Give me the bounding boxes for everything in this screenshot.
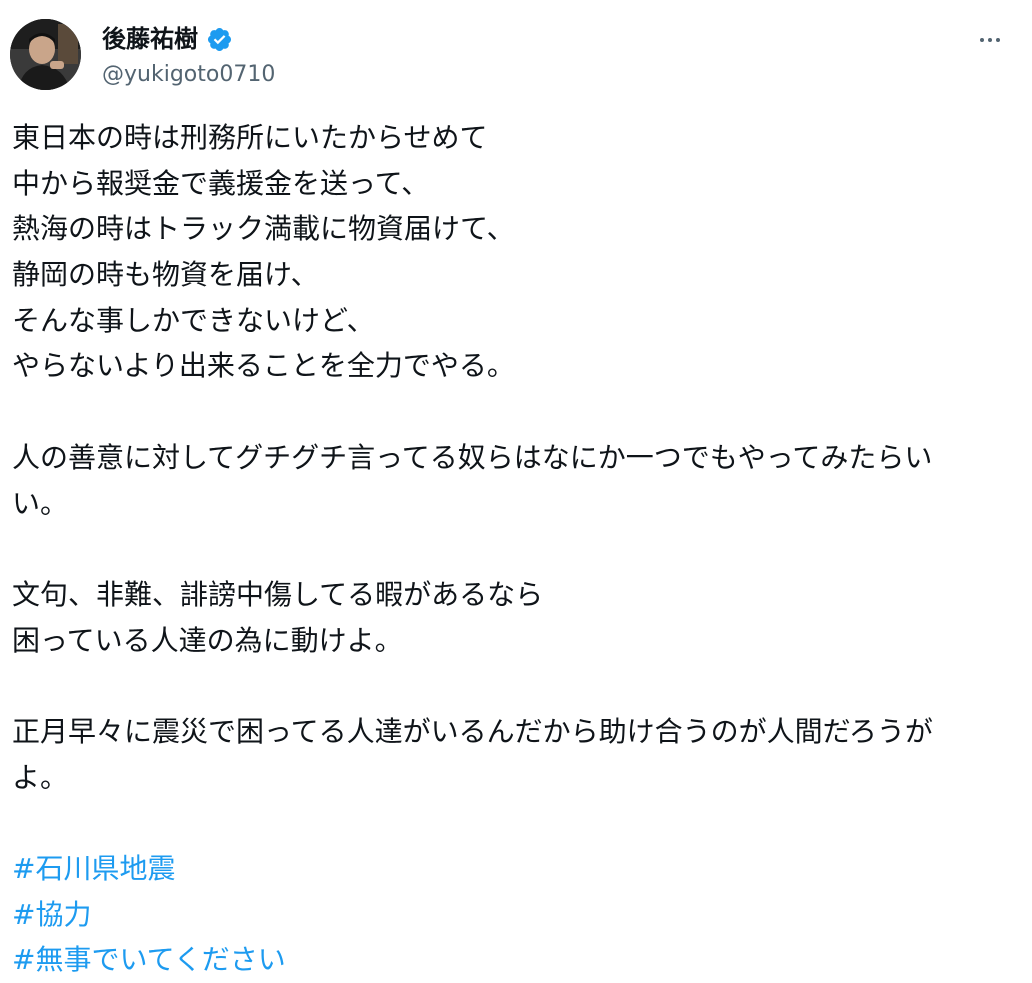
- tweet-line: 東日本の時は刑務所にいたからせめて: [12, 121, 488, 154]
- name-row: 後藤祐樹: [102, 22, 275, 56]
- dot: [980, 38, 984, 42]
- tweet-line: やらないより出来ることを全力でやる。: [12, 349, 515, 383]
- user-handle[interactable]: @yukigoto0710: [102, 60, 275, 90]
- hashtag-link[interactable]: #石川県地震: [12, 846, 1017, 892]
- hashtag-link[interactable]: #協力: [12, 892, 1017, 938]
- tweet-line: 静岡の時も物資を届け、: [12, 258, 319, 292]
- tweet-line: 文句、非難、誹謗中傷してる暇があるなら: [12, 577, 544, 611]
- dot: [988, 38, 992, 42]
- tweet-line: 正月早々に震災で困ってる人達がいるんだから助け合うのが人間だろうが: [12, 714, 933, 748]
- tweet-text: 東日本の時は刑務所にいたからせめて 中から報奨金で義援金を送って、 熱海の時はト…: [12, 115, 1017, 983]
- more-dots-icon[interactable]: [970, 24, 1010, 56]
- verified-badge-icon[interactable]: [206, 26, 233, 53]
- hashtag-link[interactable]: #無事でいてください: [12, 937, 1017, 983]
- author-info: 後藤祐樹 @yukigoto0710: [102, 22, 275, 90]
- display-name[interactable]: 後藤祐樹: [102, 22, 198, 56]
- tweet-line: い。: [12, 486, 69, 520]
- dot: [996, 38, 1000, 42]
- tweet-line: 熱海の時はトラック満載に物資届けて、: [12, 212, 515, 246]
- tweet-line: 困っている人達の為に動けよ。: [12, 623, 403, 657]
- tweet-line: 中から報奨金で義援金を送って、: [12, 166, 430, 200]
- tweet-line: 人の善意に対してグチグチ言ってる奴らはなにか一つでもやってみたらい: [12, 440, 933, 474]
- avatar[interactable]: [10, 19, 81, 90]
- tweet-card: 後藤祐樹 @yukigoto0710 東日本の時は刑務所にいたからせめて 中から…: [0, 0, 1032, 976]
- tweet-line: よ。: [12, 760, 69, 794]
- tweet-line: そんな事しかできないけど、: [12, 303, 375, 337]
